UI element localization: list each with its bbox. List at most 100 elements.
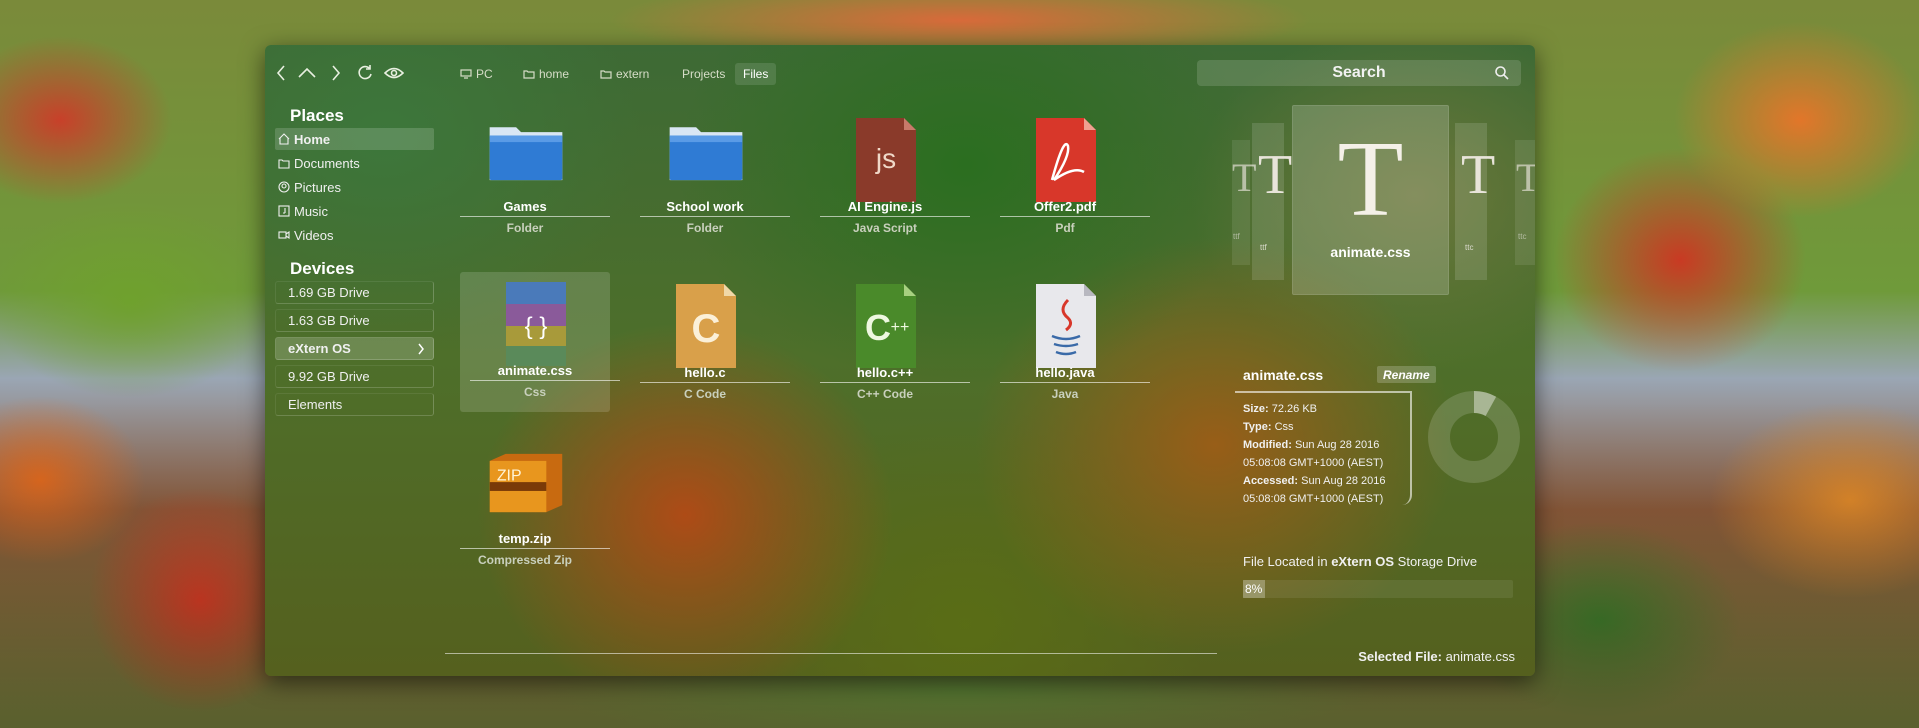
preview-card-glyph: T: [1516, 155, 1535, 200]
forward-button[interactable]: [324, 63, 348, 83]
file-type: C++ Code: [856, 387, 913, 401]
eye-icon: [384, 67, 404, 79]
device-label: eXtern OS: [288, 341, 351, 356]
view-toggle-button[interactable]: [382, 63, 406, 83]
sidebar-item-home[interactable]: Home: [275, 128, 434, 150]
preview-card-far-right[interactable]: T ttc: [1515, 140, 1535, 265]
chevron-right-icon: [332, 65, 341, 81]
preview-card-label: ttf: [1260, 243, 1267, 252]
file-name: animate.css: [497, 363, 573, 378]
device-elements[interactable]: Elements: [275, 393, 434, 416]
details-filename: animate.css: [1243, 367, 1324, 383]
breadcrumb-label: PC: [476, 67, 493, 81]
breadcrumb-projects[interactable]: Projects: [674, 63, 733, 85]
preview-card-label: ttc: [1518, 232, 1527, 241]
preview-card-left[interactable]: T ttf: [1252, 123, 1292, 280]
js-file-icon: js: [848, 116, 924, 202]
places-heading: Places: [290, 106, 344, 125]
divider: [820, 216, 970, 217]
located-prefix: File Located in: [1243, 554, 1328, 569]
back-button[interactable]: [269, 63, 293, 83]
file-location: File Located in eXtern OS Storage Drive: [1243, 554, 1477, 569]
preview-card-far-left[interactable]: T ttf: [1232, 140, 1256, 265]
breadcrumb-files[interactable]: Files: [735, 63, 777, 85]
located-suffix: Storage Drive: [1397, 554, 1478, 569]
selected-file-status: Selected File: animate.css: [1358, 649, 1515, 664]
divider: [1000, 382, 1150, 383]
selected-value: animate.css: [1445, 649, 1515, 664]
sidebar-item-label: Videos: [294, 227, 334, 243]
breadcrumb-pc[interactable]: PC: [452, 63, 501, 85]
svg-text:{ }: { }: [525, 313, 548, 340]
file-item-animate-css[interactable]: { } animate.css Css: [460, 272, 620, 412]
type-label: Type:: [1243, 421, 1272, 433]
file-item-hello-cpp[interactable]: C ++ hello.c++ C++ Code: [810, 274, 970, 414]
svg-text:++: ++: [891, 319, 910, 336]
breadcrumb-home[interactable]: home: [515, 63, 577, 85]
toolbar: PC home extern Projects Files Search: [265, 45, 1535, 86]
file-item-hello-c[interactable]: C hello.c C Code: [630, 274, 790, 414]
type-value: Css: [1274, 421, 1294, 433]
file-item-hello-java[interactable]: hello.java Java: [990, 274, 1150, 414]
file-name: AI Engine.js: [847, 199, 923, 214]
sidebar-item-music[interactable]: Music: [275, 200, 434, 222]
sidebar-item-documents[interactable]: Documents: [275, 152, 434, 174]
divider: [445, 653, 1217, 654]
details-modified: Modified: Sun Aug 28 2016: [1243, 439, 1379, 451]
file-item-temp-zip[interactable]: ZIP temp.zip Compressed Zip: [450, 440, 610, 580]
storage-progress-bar: 8%: [1243, 580, 1513, 598]
sidebar-item-videos[interactable]: Videos: [275, 224, 434, 246]
sidebar-item-label: Pictures: [294, 179, 341, 195]
sidebar-item-label: Home: [294, 131, 331, 147]
folder-icon: [523, 70, 535, 79]
divider: [640, 382, 790, 383]
storage-progress-text: 8%: [1245, 582, 1263, 596]
folder-icon: [668, 116, 744, 196]
monitor-icon: [460, 69, 472, 79]
preview-card-right[interactable]: T ttc: [1455, 123, 1495, 280]
storage-usage-donut: [1428, 391, 1520, 483]
file-item-games[interactable]: Games Folder: [450, 108, 610, 248]
file-type: Folder: [686, 221, 724, 235]
device-label: Elements: [288, 397, 343, 412]
breadcrumb-extern[interactable]: extern: [592, 63, 657, 85]
divider: [1000, 216, 1150, 217]
zip-file-icon: ZIP: [488, 448, 564, 528]
preview-card-glyph: T: [1258, 144, 1293, 206]
file-name: temp.zip: [498, 531, 552, 546]
device-drive-2[interactable]: 1.63 GB Drive: [275, 309, 434, 332]
svg-text:js: js: [875, 143, 896, 174]
java-file-icon: [1028, 282, 1104, 368]
folder-icon: [600, 70, 612, 79]
rename-button[interactable]: Rename: [1377, 366, 1436, 383]
breadcrumb-label: Projects: [682, 67, 726, 81]
svg-text:C: C: [865, 307, 891, 348]
sidebar-item-pictures[interactable]: Pictures: [275, 176, 434, 198]
device-drive-1[interactable]: 1.69 GB Drive: [275, 281, 434, 304]
svg-text:ZIP: ZIP: [497, 467, 522, 484]
divider: [470, 380, 620, 381]
file-item-school-work[interactable]: School work Folder: [630, 108, 790, 248]
file-preview[interactable]: T animate.css: [1292, 105, 1449, 295]
preview-glyph: T: [1337, 120, 1404, 239]
file-item-ai-engine[interactable]: js AI Engine.js Java Script: [810, 108, 970, 248]
accessed-label: Accessed:: [1243, 475, 1299, 487]
device-drive-4[interactable]: 9.92 GB Drive: [275, 365, 434, 388]
svg-text:C: C: [692, 307, 721, 351]
size-value: 72.26 KB: [1271, 403, 1318, 415]
located-drive: eXtern OS: [1331, 554, 1395, 569]
refresh-button[interactable]: [353, 63, 377, 83]
search-icon[interactable]: [1495, 66, 1509, 80]
device-extern-os[interactable]: eXtern OS: [275, 337, 434, 360]
modified-value: Sun Aug 28 2016: [1294, 439, 1380, 451]
up-button[interactable]: [295, 63, 319, 83]
devices-heading: Devices: [290, 259, 355, 278]
size-label: Size:: [1243, 403, 1269, 415]
file-item-offer2-pdf[interactable]: Offer2.pdf Pdf: [990, 108, 1150, 248]
home-icon: [278, 133, 290, 145]
search-input[interactable]: Search: [1197, 60, 1521, 86]
file-type: Java: [1051, 387, 1079, 401]
file-type: Pdf: [1055, 221, 1075, 235]
device-label: 1.63 GB Drive: [288, 313, 370, 328]
details-modified-time: 05:08:08 GMT+1000 (AEST): [1243, 457, 1384, 469]
